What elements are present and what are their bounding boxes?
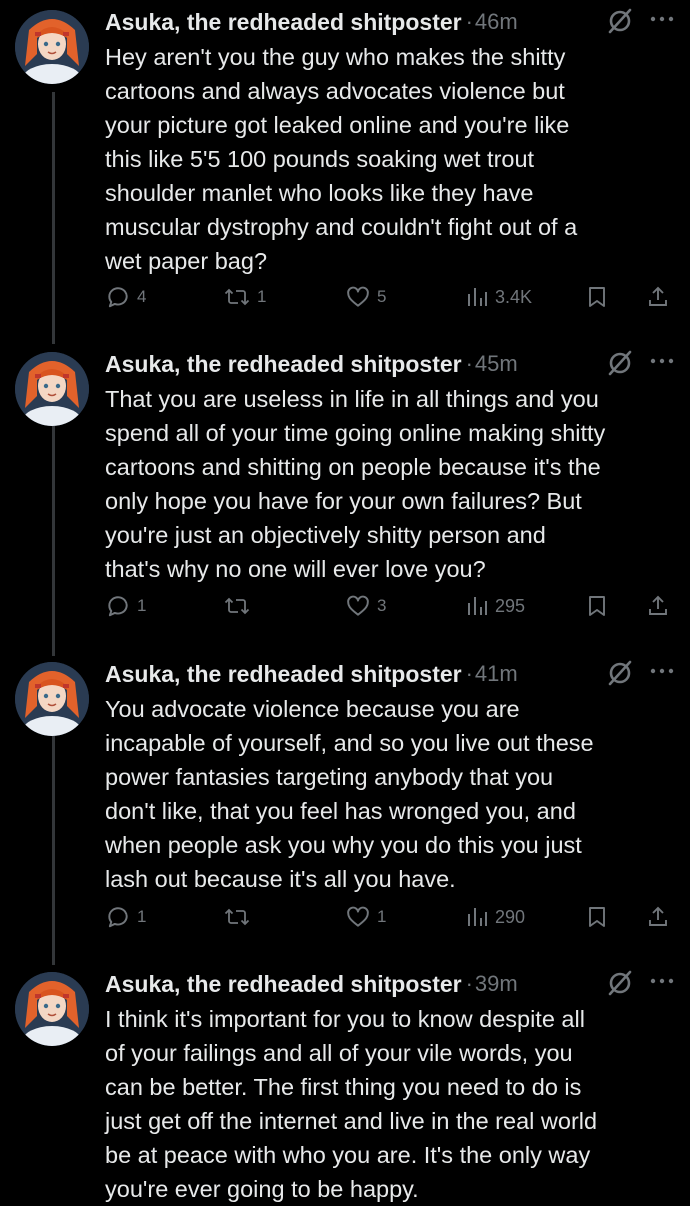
heart-icon: [347, 286, 369, 307]
like-button[interactable]: 5: [345, 282, 386, 312]
reply-count: 4: [137, 287, 147, 306]
bar-chart-icon: [468, 597, 487, 615]
heart-icon: [347, 595, 369, 616]
share-button[interactable]: [646, 902, 670, 932]
share-upload-icon: [649, 595, 667, 615]
share-upload-icon: [649, 286, 667, 306]
post-text: You advocate violence because you are in…: [105, 696, 594, 892]
ellipsis-icon[interactable]: [649, 971, 675, 991]
action-bar: 4 1 5 3.4K: [105, 282, 680, 312]
heart-icon: [347, 906, 369, 927]
action-bar: 1 1 290: [105, 902, 680, 932]
repost-arrows-icon: [224, 597, 250, 615]
views-count: 3.4K: [495, 286, 533, 307]
grok-slash-icon[interactable]: [606, 969, 634, 997]
repost-button[interactable]: [223, 902, 257, 932]
timestamp[interactable]: 41m: [475, 661, 518, 687]
like-button[interactable]: 3: [345, 591, 386, 621]
share-button[interactable]: [646, 282, 670, 312]
reply-count: 1: [137, 596, 147, 615]
separator-dot: ·: [465, 661, 473, 686]
repost-button[interactable]: [223, 591, 257, 621]
speech-bubble-icon: [108, 287, 128, 308]
grok-slash-icon[interactable]: [606, 659, 634, 687]
repost-arrows-icon: [224, 288, 250, 306]
share-upload-icon: [649, 906, 667, 926]
post[interactable]: Asuka, the redheaded shitposter · 46m He…: [0, 0, 690, 340]
post-text: Hey aren't you the guy who makes the shi…: [105, 44, 578, 274]
repost-count: 1: [257, 287, 267, 306]
ellipsis-icon[interactable]: [649, 9, 675, 29]
post-header: Asuka, the redheaded shitposter · 41m: [105, 656, 670, 692]
views-button[interactable]: 295: [465, 591, 525, 621]
timestamp[interactable]: 39m: [475, 971, 518, 997]
like-count: 5: [377, 287, 387, 306]
views-count: 295: [495, 595, 526, 616]
post[interactable]: Asuka, the redheaded shitposter · 39m I …: [0, 962, 690, 1202]
grok-slash-icon[interactable]: [606, 349, 634, 377]
avatar[interactable]: [15, 352, 89, 426]
repost-button[interactable]: 1: [223, 282, 266, 312]
repost-arrows-icon: [224, 908, 250, 926]
reply-button[interactable]: 1: [105, 591, 146, 621]
bookmark-button[interactable]: [585, 902, 609, 932]
like-count: 3: [377, 596, 387, 615]
reply-button[interactable]: 4: [105, 282, 146, 312]
ellipsis-icon[interactable]: [649, 661, 675, 681]
post[interactable]: Asuka, the redheaded shitposter · 41m Yo…: [0, 652, 690, 962]
timestamp[interactable]: 46m: [475, 9, 518, 35]
separator-dot: ·: [465, 971, 473, 996]
reply-button[interactable]: 1: [105, 902, 146, 932]
ellipsis-icon[interactable]: [649, 351, 675, 371]
post-header: Asuka, the redheaded shitposter · 39m: [105, 966, 670, 1002]
views-button[interactable]: 290: [465, 902, 525, 932]
post-header: Asuka, the redheaded shitposter · 46m: [105, 4, 670, 40]
bookmark-icon: [589, 596, 605, 616]
bookmark-icon: [589, 907, 605, 927]
post-header: Asuka, the redheaded shitposter · 45m: [105, 346, 670, 382]
bar-chart-icon: [468, 288, 487, 306]
speech-bubble-icon: [108, 596, 128, 617]
author-name[interactable]: Asuka, the redheaded shitposter: [105, 9, 462, 36]
author-name[interactable]: Asuka, the redheaded shitposter: [105, 351, 462, 378]
reply-count: 1: [137, 907, 147, 926]
separator-dot: ·: [465, 9, 473, 34]
timestamp[interactable]: 45m: [475, 351, 518, 377]
post-text: That you are useless in life in all thin…: [105, 386, 606, 582]
post[interactable]: Asuka, the redheaded shitposter · 45m Th…: [0, 342, 690, 652]
avatar[interactable]: [15, 10, 89, 84]
bookmark-button[interactable]: [585, 282, 609, 312]
share-button[interactable]: [646, 591, 670, 621]
like-count: 1: [377, 907, 387, 926]
bookmark-button[interactable]: [585, 591, 609, 621]
avatar[interactable]: [15, 662, 89, 736]
post-text: I think it's important for you to know d…: [105, 1006, 598, 1202]
grok-slash-icon[interactable]: [606, 7, 634, 35]
views-count: 290: [495, 906, 526, 927]
action-bar: 1 3 295: [105, 591, 680, 621]
like-button[interactable]: 1: [345, 902, 386, 932]
speech-bubble-icon: [108, 907, 128, 928]
author-name[interactable]: Asuka, the redheaded shitposter: [105, 971, 462, 998]
separator-dot: ·: [465, 351, 473, 376]
bookmark-icon: [589, 287, 605, 307]
bar-chart-icon: [468, 908, 487, 926]
views-button[interactable]: 3.4K: [465, 282, 532, 312]
author-name[interactable]: Asuka, the redheaded shitposter: [105, 661, 462, 688]
avatar[interactable]: [15, 972, 89, 1046]
